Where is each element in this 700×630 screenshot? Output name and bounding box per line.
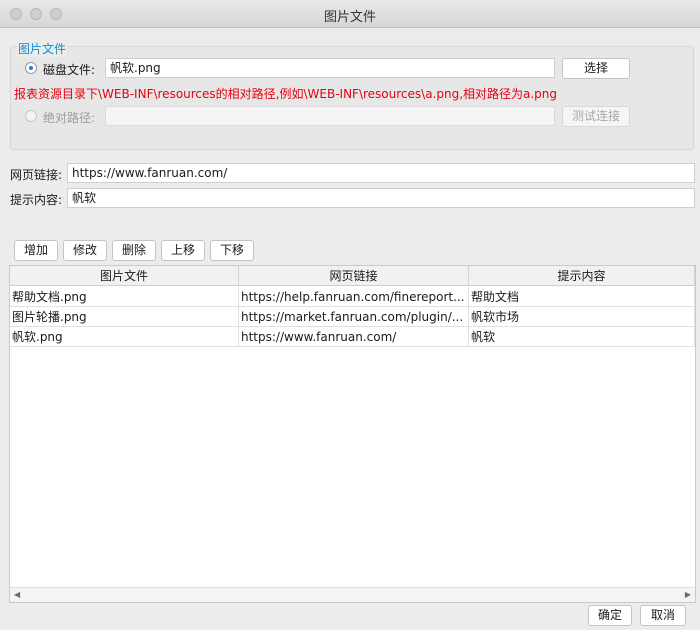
table-row[interactable]: 图片轮播.png https://market.fanruan.com/plug… [10, 307, 695, 327]
cell-image: 帮助文档.png [10, 287, 239, 307]
web-link-label: 网页链接: [10, 168, 63, 182]
tooltip-label: 提示内容: [10, 193, 63, 207]
path-hint: 报表资源目录下\WEB-INF\resources的相对路径,例如\WEB-IN… [14, 87, 558, 101]
table-row[interactable]: 帮助文档.png https://help.fanruan.com/finere… [10, 287, 695, 307]
horizontal-scrollbar[interactable]: ◀ ▶ [10, 587, 695, 602]
cell-link: https://help.fanruan.com/finereport... [239, 287, 469, 307]
title-bar: 图片文件 [0, 0, 700, 28]
column-header-tip[interactable]: 提示内容 [469, 266, 695, 286]
image-file-group-legend: 图片文件 [17, 40, 68, 57]
cell-tip: 帆软市场 [469, 307, 695, 327]
column-header-link[interactable]: 网页链接 [239, 266, 469, 286]
absolute-path-radio[interactable] [25, 110, 37, 122]
cancel-button[interactable]: 取消 [640, 605, 686, 626]
cell-image: 帆软.png [10, 327, 239, 347]
cell-link: https://market.fanruan.com/plugin/... [239, 307, 469, 327]
scroll-left-icon[interactable]: ◀ [14, 590, 20, 599]
edit-button[interactable]: 修改 [63, 240, 107, 261]
scroll-right-icon[interactable]: ▶ [685, 590, 691, 599]
cell-tip: 帮助文档 [469, 287, 695, 307]
window-title: 图片文件 [323, 10, 376, 25]
tooltip-input[interactable]: 帆软 [67, 188, 695, 208]
disk-file-label: 磁盘文件: [43, 63, 96, 77]
move-up-button[interactable]: 上移 [161, 240, 205, 261]
cell-tip: 帆软 [469, 327, 695, 347]
add-button[interactable]: 增加 [14, 240, 58, 261]
delete-button[interactable]: 删除 [112, 240, 156, 261]
table-header: 图片文件 网页链接 提示内容 [10, 266, 695, 286]
table-row[interactable]: 帆软.png https://www.fanruan.com/ 帆软 [10, 327, 695, 347]
cell-link: https://www.fanruan.com/ [239, 327, 469, 347]
disk-file-input[interactable]: 帆软.png [105, 58, 555, 78]
image-link-table: 图片文件 网页链接 提示内容 帮助文档.png https://help.fan… [9, 265, 696, 603]
choose-button[interactable]: 选择 [562, 58, 630, 79]
absolute-path-label: 绝对路径: [43, 111, 96, 125]
column-header-image[interactable]: 图片文件 [10, 266, 239, 286]
cell-image: 图片轮播.png [10, 307, 239, 327]
web-link-input[interactable]: https://www.fanruan.com/ [67, 163, 695, 183]
disk-file-radio[interactable] [25, 62, 37, 74]
absolute-path-input[interactable] [105, 106, 555, 126]
ok-button[interactable]: 确定 [588, 605, 632, 626]
move-down-button[interactable]: 下移 [210, 240, 254, 261]
test-connection-button[interactable]: 测试连接 [562, 106, 630, 127]
